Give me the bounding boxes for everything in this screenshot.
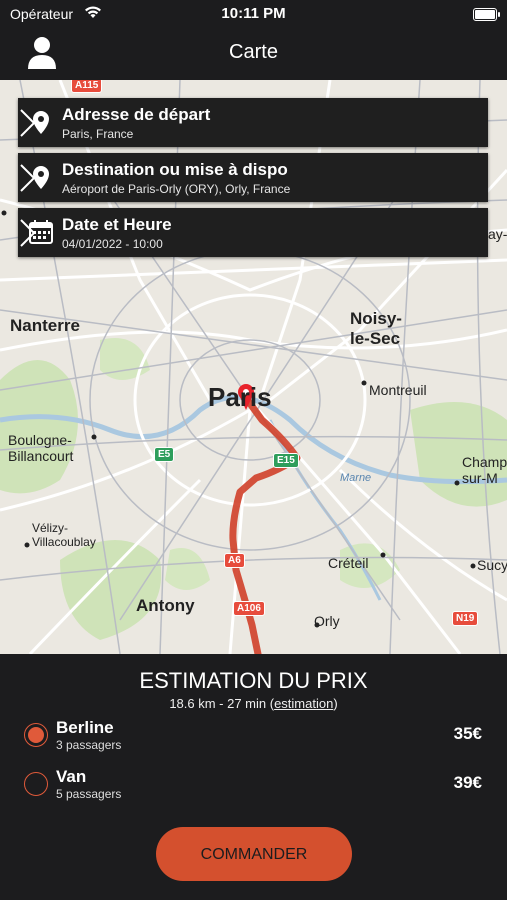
- map-label-champ: Champ sur-M: [462, 454, 507, 486]
- radio-unselected-icon[interactable]: [24, 772, 48, 796]
- map-label-paris: Paris: [208, 382, 272, 412]
- vehicle-name: Berline: [56, 718, 114, 737]
- road-shield-n19: N19: [452, 611, 479, 626]
- map-label-edge: ay-: [488, 226, 507, 242]
- departure-title: Adresse de départ: [62, 105, 211, 124]
- departure-value: Paris, France: [62, 127, 134, 141]
- map-label-antony: Antony: [136, 596, 195, 615]
- vehicle-capacity: 3 passagers: [56, 738, 122, 752]
- estimate-close-paren: ): [333, 696, 338, 711]
- map-label-noisy: Noisy- le-Sec: [350, 309, 402, 348]
- vehicle-price: 39€: [453, 773, 482, 792]
- battery-icon: [473, 8, 500, 21]
- estimate-distance-duration: 18.6 km - 27 min (: [169, 696, 275, 711]
- page-title: Carte: [229, 41, 278, 63]
- road-shield-a115: A115: [71, 80, 103, 93]
- vehicle-option-berline[interactable]: Berline 3 passagers 35€: [24, 718, 484, 758]
- chevron-right-icon: [20, 219, 36, 247]
- clock: 10:11 PM: [221, 5, 286, 22]
- map-label-montreuil: Montreuil: [369, 382, 427, 398]
- road-shield-a106: A106: [233, 601, 265, 616]
- navigation-bar: Carte: [0, 28, 507, 80]
- map-view[interactable]: Nanterre Noisy- le-Sec Paris Montreuil B…: [0, 80, 507, 654]
- destination-title: Destination ou mise à dispo: [62, 160, 288, 179]
- destination-field[interactable]: Destination ou mise à dispo Aéroport de …: [18, 153, 488, 202]
- map-label-marne: Marne: [340, 472, 372, 484]
- departure-address-field[interactable]: Adresse de départ Paris, France: [18, 98, 488, 147]
- status-bar: Opérateur 10:11 PM: [0, 0, 507, 28]
- estimate-summary: 18.6 km - 27 min (estimation): [0, 696, 507, 711]
- vehicle-capacity: 5 passagers: [56, 787, 122, 801]
- map-label-velizy: Vélizy- Villacoublay: [32, 521, 96, 549]
- order-button[interactable]: COMMANDER: [156, 827, 352, 881]
- map-label-orly: Orly: [314, 613, 340, 629]
- price-estimate-panel: ESTIMATION DU PRIX 18.6 km - 27 min (est…: [0, 654, 507, 900]
- estimate-link[interactable]: estimation: [274, 696, 333, 711]
- datetime-field[interactable]: Date et Heure 04/01/2022 - 10:00: [18, 208, 488, 257]
- map-label-boulogne: Boulogne- Billancourt: [8, 432, 74, 464]
- map-label-sucy: Sucy: [477, 557, 507, 573]
- chevron-right-icon: [20, 164, 36, 192]
- destination-value: Aéroport de Paris-Orly (ORY), Orly, Fran…: [62, 182, 291, 196]
- vehicle-option-van[interactable]: Van 5 passagers 39€: [24, 767, 484, 807]
- map-label-nanterre: Nanterre: [10, 316, 80, 335]
- road-shield-a6: A6: [224, 553, 245, 568]
- datetime-value: 04/01/2022 - 10:00: [62, 237, 163, 251]
- vehicle-price: 35€: [453, 724, 482, 743]
- chevron-right-icon: [20, 109, 36, 137]
- map-label-creteil: Créteil: [328, 555, 369, 571]
- vehicle-name: Van: [56, 767, 87, 786]
- datetime-title: Date et Heure: [62, 215, 172, 234]
- radio-selected-icon[interactable]: [24, 723, 48, 747]
- estimate-title: ESTIMATION DU PRIX: [139, 668, 368, 693]
- road-shield-e15: E15: [273, 453, 299, 468]
- road-shield-e5: E5: [154, 447, 175, 462]
